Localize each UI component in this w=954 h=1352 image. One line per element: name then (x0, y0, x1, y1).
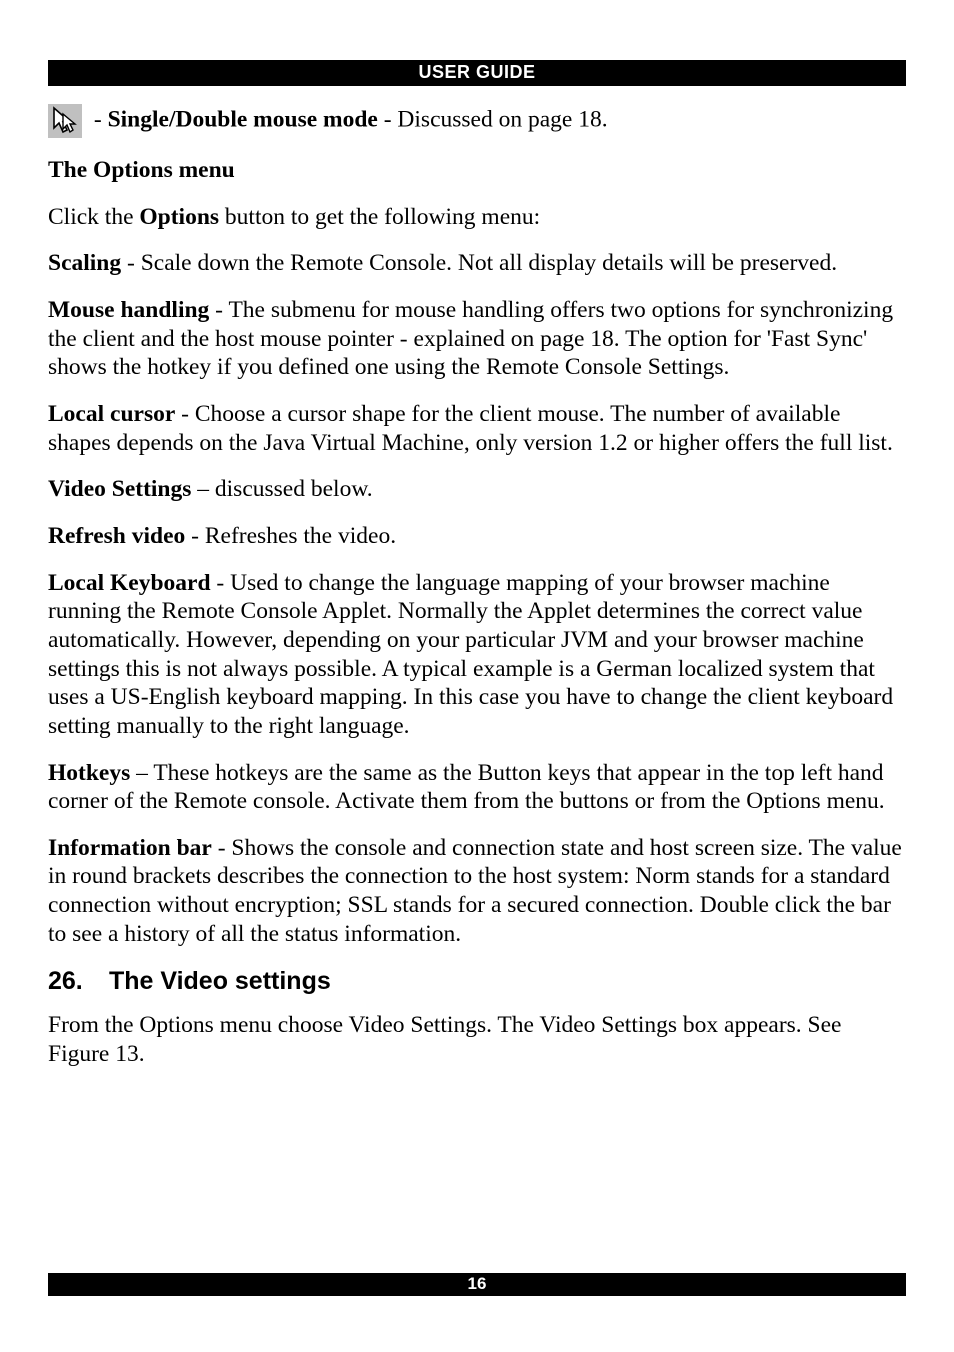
mouse-mode-icon (48, 104, 82, 138)
section-intro: From the Options menu choose Video Setti… (48, 1011, 906, 1068)
options-intro-post: button to get the following menu: (219, 204, 540, 230)
local-keyboard-label: Local Keyboard (48, 570, 211, 596)
refresh-video-para: Refresh video - Refreshes the video. (48, 522, 906, 551)
information-bar-label: Information bar (48, 835, 212, 861)
sep-text: - (94, 106, 108, 132)
hotkeys-para: Hotkeys – These hotkeys are the same as … (48, 759, 906, 816)
information-bar-para: Information bar - Shows the console and … (48, 834, 906, 949)
mouse-mode-rest: - Discussed on page 18. (384, 106, 608, 132)
options-menu-heading: The Options menu (48, 156, 906, 185)
hotkeys-rest: – These hotkeys are the same as the Butt… (48, 760, 885, 815)
hotkeys-label: Hotkeys (48, 760, 130, 786)
page-number: 16 (468, 1274, 487, 1293)
options-intro: Click the Options button to get the foll… (48, 203, 906, 232)
scaling-para: Scaling - Scale down the Remote Console.… (48, 249, 906, 278)
local-cursor-label: Local cursor (48, 401, 175, 427)
page: USER GUIDE - Single/Double mouse mode - … (0, 0, 954, 1352)
options-intro-bold: Options (139, 204, 219, 230)
mouse-handling-label: Mouse handling (48, 297, 209, 323)
header-bar: USER GUIDE (48, 60, 906, 86)
mouse-mode-label: Single/Double mouse mode (108, 106, 378, 132)
local-cursor-rest: - Choose a cursor shape for the client m… (48, 401, 893, 456)
video-settings-rest: – discussed below. (191, 476, 372, 502)
local-keyboard-para: Local Keyboard - Used to change the lang… (48, 569, 906, 741)
refresh-video-label: Refresh video (48, 523, 185, 549)
local-cursor-para: Local cursor - Choose a cursor shape for… (48, 400, 906, 457)
content-area: - Single/Double mouse mode - Discussed o… (48, 86, 906, 1068)
scaling-rest: - Scale down the Remote Console. Not all… (121, 250, 837, 276)
header-title: USER GUIDE (418, 62, 535, 82)
refresh-video-rest: - Refreshes the video. (185, 523, 396, 549)
mouse-handling-para: Mouse handling - The submenu for mouse h… (48, 296, 906, 382)
section-number: 26. (48, 966, 102, 997)
footer-bar: 16 (48, 1273, 906, 1296)
scaling-label: Scaling (48, 250, 121, 276)
video-settings-para: Video Settings – discussed below. (48, 475, 906, 504)
section-heading: 26. The Video settings (48, 966, 906, 997)
video-settings-label: Video Settings (48, 476, 191, 502)
options-intro-pre: Click the (48, 204, 139, 230)
section-title: The Video settings (109, 967, 331, 995)
mouse-mode-line: - Single/Double mouse mode - Discussed o… (48, 104, 906, 138)
